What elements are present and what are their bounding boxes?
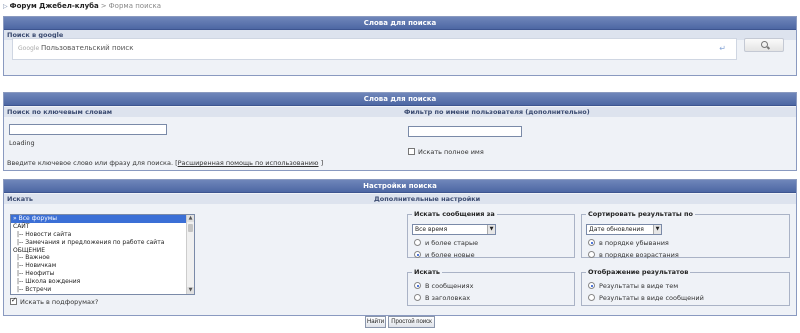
- keyword-subheader-row: Поиск по ключевым словам Фильтр по имени…: [4, 107, 796, 117]
- google-search-button[interactable]: [744, 38, 784, 52]
- forum-list-item[interactable]: |-- Встречи: [11, 286, 194, 294]
- newer-label: и более новые: [425, 251, 475, 259]
- forum-list-item[interactable]: |-- Неофиты: [11, 270, 194, 278]
- forum-list-item[interactable]: |-- Новичкам: [11, 262, 194, 270]
- messages-for-legend: Искать сообщения за: [414, 210, 495, 218]
- as-posts-label: Результаты в виде сообщений: [599, 294, 704, 302]
- breadcrumb-forum-link[interactable]: Форум Джебел-клуба: [10, 2, 99, 10]
- subforums-checkbox[interactable]: [10, 296, 17, 305]
- breadcrumb-separator: >: [100, 2, 107, 10]
- simple-search-button[interactable]: Простой поиск: [388, 316, 435, 328]
- search-settings-panel: Настройки поиска Искать Дополнительные н…: [3, 179, 797, 316]
- search-icon: [761, 41, 768, 48]
- forum-list-item[interactable]: |-- Школа вождения: [11, 278, 194, 286]
- display-fieldset: Отображение результатов Результаты в вид…: [581, 268, 790, 306]
- search-in-header: Искать: [7, 195, 33, 203]
- older-radio[interactable]: [414, 239, 421, 246]
- extra-settings-header: Дополнительные настройки: [374, 195, 481, 203]
- desc-radio[interactable]: [588, 239, 595, 246]
- google-search-input[interactable]: Google Пользовательский поиск ↵: [12, 38, 737, 60]
- breadcrumb-current: Форма поиска: [108, 2, 161, 10]
- hint-end: ]: [320, 159, 324, 167]
- scroll-down-icon[interactable]: ▼: [187, 287, 194, 294]
- forum-list-item[interactable]: |-- Важное: [11, 254, 194, 262]
- in-messages-radio[interactable]: [414, 282, 421, 289]
- in-titles-label: В заголовках: [425, 294, 471, 302]
- full-name-label: Искать полное имя: [418, 148, 484, 156]
- in-messages-label: В сообщениях: [425, 282, 474, 290]
- forum-list-item[interactable]: САЙТ: [11, 223, 194, 231]
- asc-radio[interactable]: [588, 251, 595, 258]
- in-titles-radio[interactable]: [414, 294, 421, 301]
- settings-subheader-row: Искать Дополнительные настройки: [4, 194, 796, 204]
- as-posts-radio[interactable]: [588, 294, 595, 301]
- forum-list-item[interactable]: » Все форумы: [11, 215, 194, 223]
- older-label: и более старые: [425, 239, 479, 247]
- breadcrumb: ▷ Форум Джебел-клуба > Форма поиска: [3, 2, 161, 10]
- scroll-up-icon[interactable]: ▲: [187, 215, 194, 222]
- keyword-hint: Введите ключевое слово или фразу для пои…: [7, 159, 323, 167]
- username-header: Фильтр по имени пользователя (дополнител…: [404, 108, 590, 116]
- forum-list-item[interactable]: ОБЩЕНИЕ: [11, 247, 194, 255]
- hint-text: Введите ключевое слово или фразу для пои…: [7, 159, 178, 167]
- sort-by-fieldset: Сортировать результаты по Дате обновлени…: [581, 210, 790, 259]
- loading-text: Loading: [9, 139, 35, 147]
- time-select-value: Все время: [415, 226, 448, 233]
- panel-title: Слова для поиска: [4, 93, 796, 106]
- username-input[interactable]: [408, 126, 522, 137]
- scroll-thumb[interactable]: [188, 224, 193, 232]
- desc-label: в порядке убывания: [599, 239, 669, 247]
- search-in-fieldset: Искать В сообщениях В заголовках: [407, 268, 575, 306]
- newer-radio[interactable]: [414, 251, 421, 258]
- panel-title: Настройки поиска: [4, 180, 796, 193]
- display-legend: Отображение результатов: [588, 268, 689, 276]
- enter-icon: ↵: [719, 44, 726, 53]
- sort-select-value: Дате обновления: [589, 226, 644, 233]
- google-logo: Google: [18, 45, 40, 52]
- keyword-input[interactable]: [9, 124, 167, 135]
- as-topics-radio[interactable]: [588, 282, 595, 289]
- forum-listbox[interactable]: » Все форумы САЙТ |-- Новости сайта |-- Зам…: [10, 214, 195, 295]
- sort-select[interactable]: Дате обновления ▼: [586, 224, 662, 235]
- as-topics-label: Результаты в виде тем: [599, 282, 679, 290]
- forum-list-item[interactable]: |-- Замечания и предложения по работе са…: [11, 239, 194, 247]
- listbox-scrollbar[interactable]: ▲ ▼: [186, 215, 194, 294]
- chevron-down-icon: ▼: [653, 225, 661, 234]
- find-button[interactable]: Найти: [365, 316, 386, 328]
- panel-title: Слова для поиска: [4, 17, 796, 30]
- forum-list-item[interactable]: |-- Новости сайта: [11, 231, 194, 239]
- chevron-down-icon: ▼: [487, 225, 495, 234]
- keyword-search-panel: Слова для поиска Поиск по ключевым слова…: [3, 92, 797, 171]
- asc-label: в порядке возрастания: [599, 251, 679, 259]
- breadcrumb-arrow-icon: ▷: [3, 3, 8, 10]
- time-select[interactable]: Все время ▼: [412, 224, 496, 235]
- search-in-legend: Искать: [414, 268, 440, 276]
- keyword-header: Поиск по ключевым словам: [7, 108, 113, 116]
- advanced-help-link[interactable]: Расширенная помощь по использованию: [178, 159, 319, 167]
- google-placeholder: Пользовательский поиск: [41, 44, 134, 52]
- subforums-label: Искать в подфорумах?: [20, 298, 99, 306]
- sort-by-legend: Сортировать результаты по: [588, 210, 693, 218]
- messages-for-fieldset: Искать сообщения за Все время ▼ и более …: [407, 210, 575, 259]
- full-name-checkbox[interactable]: [408, 148, 415, 155]
